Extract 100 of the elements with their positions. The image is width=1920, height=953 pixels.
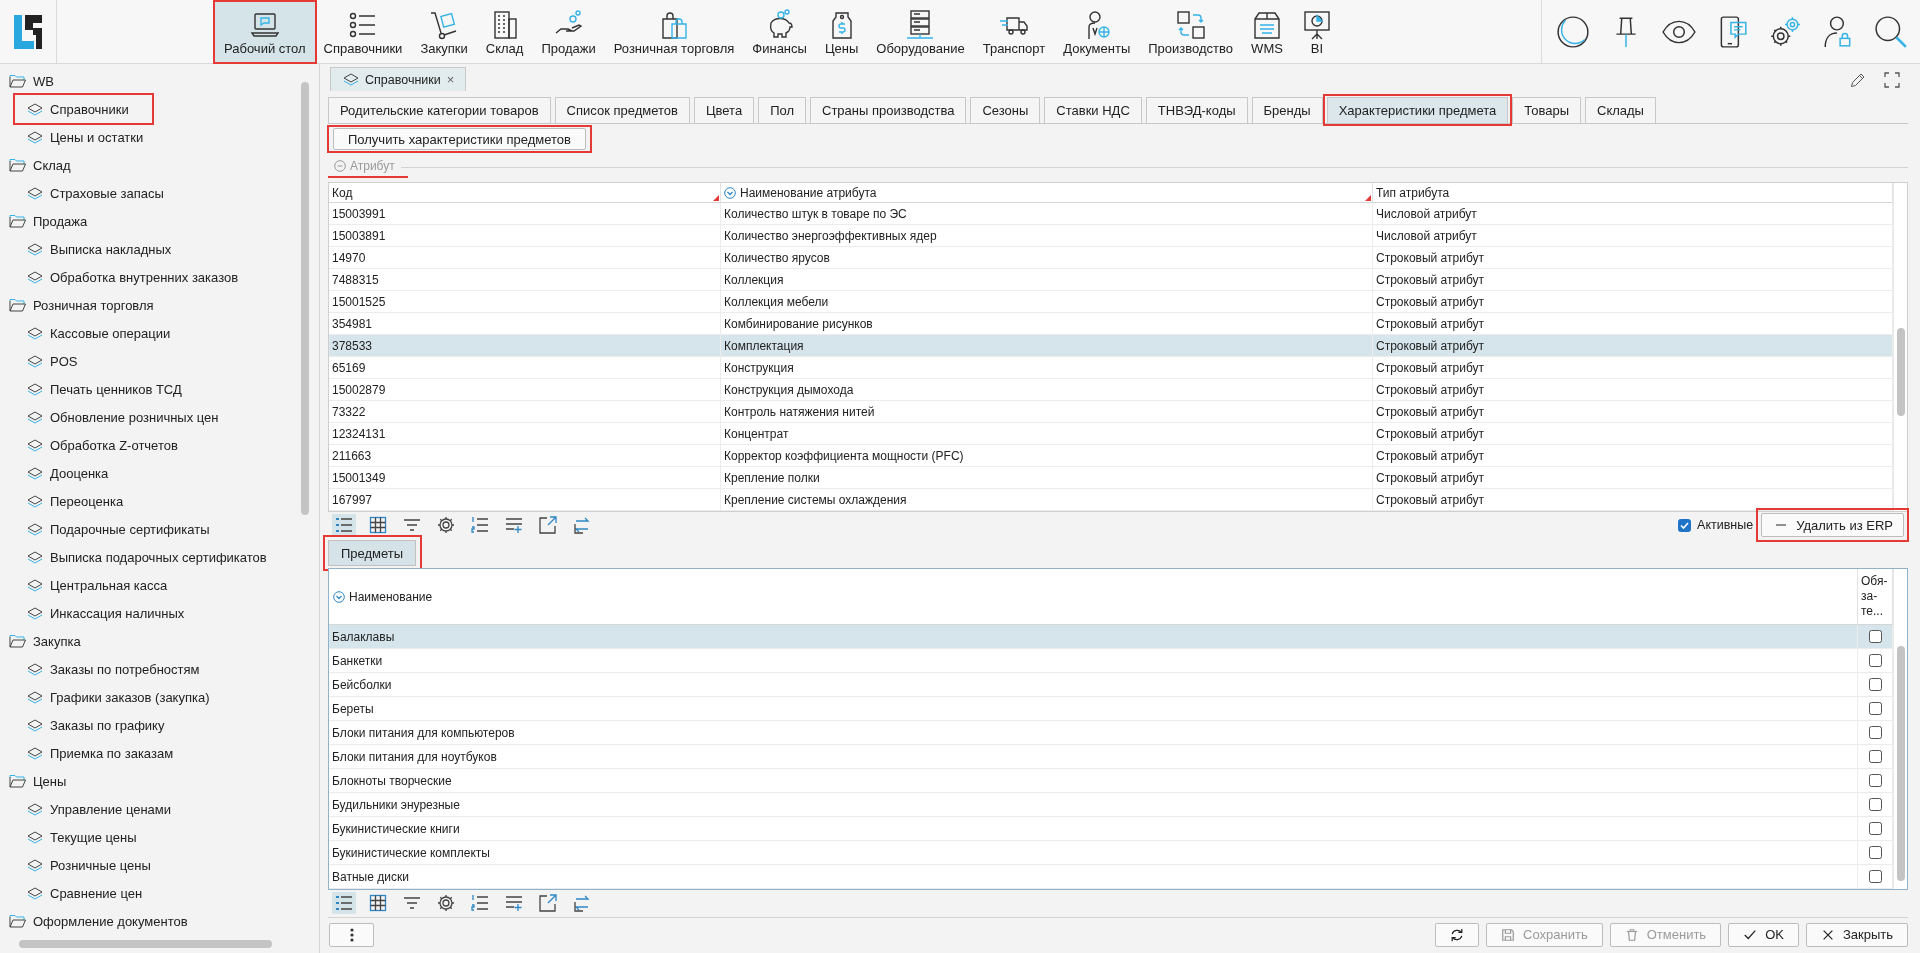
nav-item[interactable]: Финансы (743, 2, 816, 62)
tree-item[interactable]: Переоценка (18, 487, 130, 515)
checkbox[interactable] (1868, 726, 1882, 739)
table-row[interactable]: 15001349 Крепление полки Строковый атрибут (329, 467, 1893, 489)
checkbox[interactable] (1868, 678, 1882, 691)
nav-item[interactable]: Транспорт (973, 2, 1055, 62)
tab[interactable]: Склады (1585, 97, 1656, 123)
tree-item[interactable]: Текущие цены (18, 823, 143, 851)
checkbox[interactable] (1868, 750, 1882, 763)
close-button[interactable]: Закрыть (1805, 922, 1908, 947)
nav-item[interactable]: Оборудование (867, 2, 974, 62)
tree-item[interactable]: Графики заказов (закупка) (18, 683, 216, 711)
close-button[interactable]: × (446, 72, 455, 87)
tree-item[interactable]: Розничная торговля (0, 291, 160, 319)
tree-item[interactable]: Оформление документов (0, 907, 194, 935)
pencil-icon[interactable] (1850, 72, 1866, 88)
chevron-circle-icon[interactable] (333, 590, 345, 603)
nav-item[interactable]: Цены (815, 2, 868, 62)
circle-crescent-icon[interactable] (1556, 14, 1590, 49)
tree-item[interactable]: Приемка по заказам (18, 739, 180, 767)
tree-item[interactable]: Печать ценников ТСД (18, 375, 188, 403)
tab[interactable]: ТНВЭД-коды (1145, 97, 1248, 123)
tree-item[interactable]: Продажа (0, 207, 94, 235)
chevron-circle-icon[interactable] (724, 186, 736, 199)
table-row[interactable]: 73322 Контроль натяжения нитей Строковый атрибут (329, 401, 1893, 423)
tree-item[interactable]: Центральная касса (18, 571, 174, 599)
table-row[interactable]: 378533 Комплектация Строковый атрибут (329, 335, 1893, 357)
tree-item[interactable]: Кассовые операции (18, 319, 177, 347)
tree-item[interactable]: Сравнение цен (18, 879, 149, 907)
tree-item[interactable]: Склад (0, 151, 77, 179)
checkbox[interactable] (1868, 654, 1882, 667)
document-tab[interactable]: Справочники × (330, 67, 467, 91)
tab[interactable]: Страны производства (810, 97, 967, 123)
checkbox[interactable] (1868, 630, 1882, 643)
tab[interactable]: Бренды (1251, 97, 1323, 123)
nav-item[interactable]: Рабочий стол (215, 2, 315, 62)
tree-item[interactable]: Розничные цены (18, 851, 157, 879)
gears-icon[interactable] (1768, 14, 1802, 49)
scrollbar-thumb[interactable] (1896, 646, 1905, 881)
tree-item[interactable]: Подарочные сертификаты (18, 515, 216, 543)
tree-item[interactable]: Обработка Z-отчетов (18, 431, 184, 459)
tab[interactable]: Сезоны (970, 97, 1041, 123)
column-header[interactable]: Код (329, 183, 721, 203)
tree-item[interactable]: Инкассация наличных (18, 599, 191, 627)
checkbox[interactable] (1868, 798, 1882, 811)
export-button[interactable] (536, 892, 560, 914)
list-view-button[interactable] (332, 514, 356, 536)
checkbox[interactable] (1868, 774, 1882, 787)
table-row[interactable]: 65169 Конструкция Строковый атрибут (329, 357, 1893, 379)
tab[interactable]: Характеристики предмета (1326, 97, 1509, 123)
expand-icon[interactable] (1884, 72, 1900, 88)
ok-button[interactable]: OK (1728, 922, 1799, 947)
scrollbar-thumb[interactable] (19, 940, 272, 948)
export-button[interactable] (536, 514, 560, 536)
tree-item[interactable]: WB (0, 67, 60, 95)
tab[interactable]: Предметы (328, 540, 417, 566)
table-row[interactable]: 15003991 Количество штук в товаре по ЭС Числовой атрибут (329, 203, 1893, 225)
nav-item[interactable]: Склад (476, 2, 533, 62)
tree-item[interactable]: Обновление розничных цен (18, 403, 225, 431)
tree-item[interactable]: Обработка внутренних заказов (18, 263, 245, 291)
column-header[interactable]: Наименование атрибута (721, 183, 1373, 203)
tree-item[interactable]: POS (18, 347, 84, 375)
remove-button[interactable]: Удалить из ERP (1761, 513, 1904, 537)
tab[interactable]: Ставки НДС (1044, 97, 1142, 123)
tree-item[interactable]: Управление ценами (18, 795, 178, 823)
checkbox[interactable] (1868, 870, 1882, 883)
tree-item[interactable]: Закупка (0, 627, 87, 655)
search-icon[interactable] (1874, 14, 1908, 49)
tree-item[interactable]: Выписка накладных (18, 235, 178, 263)
tree-item[interactable]: Цены и остатки (18, 123, 150, 151)
table-row[interactable]: 15003891 Количество энергоэффективных ядер Числовой атрибут (329, 225, 1893, 247)
tab[interactable]: Список предметов (554, 97, 690, 123)
checkbox[interactable] (1868, 846, 1882, 859)
nav-item[interactable]: BI (1292, 2, 1342, 62)
tree-item[interactable]: Страховые запасы (18, 179, 170, 207)
nav-item[interactable]: WMS (1242, 2, 1292, 62)
list-view-button[interactable] (332, 892, 356, 914)
tab[interactable]: Цвета (693, 97, 755, 123)
nav-item[interactable]: Розничная торговля (604, 2, 744, 62)
refresh-button[interactable] (1435, 922, 1480, 947)
table-row[interactable]: 15002879 Конструкция дымохода Строковый атрибут (329, 379, 1893, 401)
nav-item[interactable]: Документы (1054, 2, 1140, 62)
table-row[interactable]: 7488315 Коллекция Строковый атрибут (329, 269, 1893, 291)
tab[interactable]: Родительские категории товаров (328, 97, 551, 123)
column-header[interactable]: Тип атрибута (1373, 183, 1893, 203)
table-row[interactable]: 14970 Количество ярусов Строковый атрибут (329, 247, 1893, 269)
table-row[interactable]: 15001525 Коллекция мебели Строковый атрибут (329, 291, 1893, 313)
tree-item[interactable]: Выписка подарочных сертификатов (18, 543, 273, 571)
tree-item[interactable]: Справочники (18, 95, 135, 123)
fetch-button[interactable]: Получить характеристики предметов (333, 128, 586, 150)
tree-item[interactable]: Заказы по потребностям (18, 655, 206, 683)
scrollbar-thumb[interactable] (301, 82, 309, 515)
scrollbar-thumb[interactable] (1896, 328, 1905, 416)
checkbox[interactable] (1868, 822, 1882, 835)
tree-item[interactable]: Дооценка (18, 459, 115, 487)
checkbox[interactable] (1868, 702, 1882, 715)
nav-item[interactable]: Закупки (411, 2, 477, 62)
table-row[interactable]: 167997 Крепление системы охлаждения Строковый атрибут (329, 489, 1893, 511)
tree-item[interactable]: Заказы по графику (18, 711, 171, 739)
tab[interactable]: Пол (758, 97, 806, 123)
